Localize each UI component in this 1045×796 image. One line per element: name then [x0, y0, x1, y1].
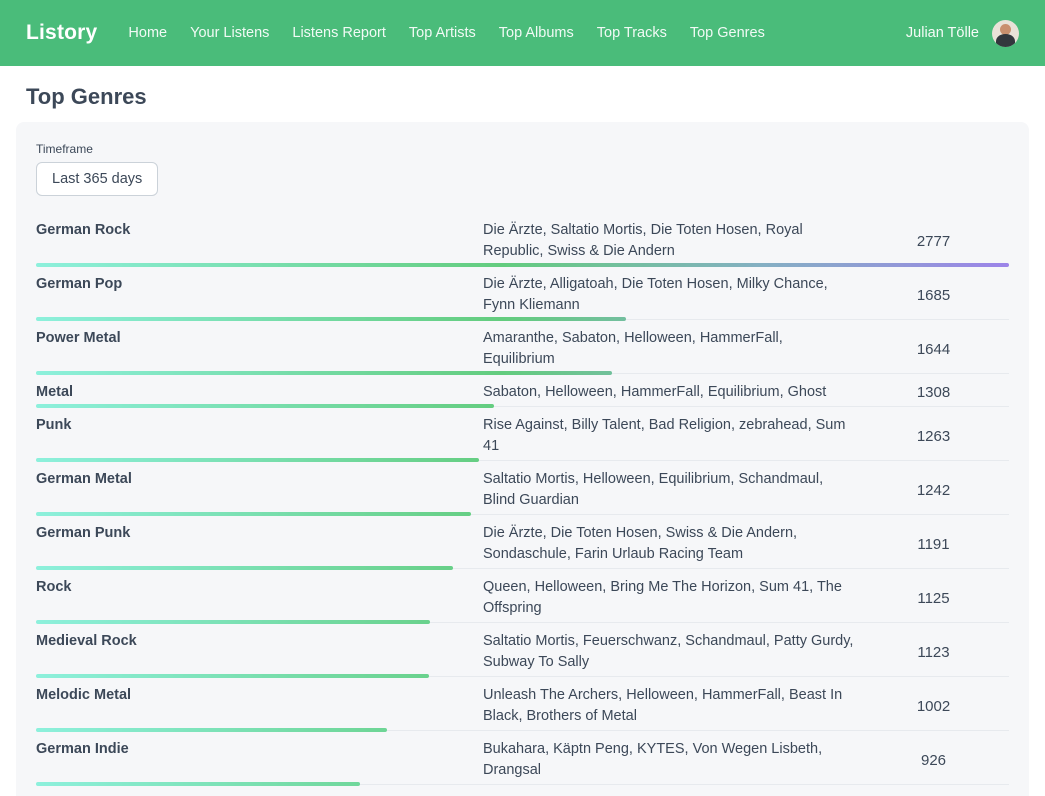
genre-bar: [36, 458, 479, 462]
genre-artists: Die Ärzte, Saltatio Mortis, Die Toten Ho…: [483, 220, 858, 262]
genre-count: 2777: [858, 233, 1009, 250]
genre-artists: Sabaton, Helloween, HammerFall, Equilibr…: [483, 382, 858, 403]
genre-count: 1644: [858, 341, 1009, 358]
genre-bar: [36, 674, 429, 678]
genre-bar: [36, 512, 471, 516]
genre-bar: [36, 782, 360, 786]
genre-name: German Punk: [36, 523, 483, 544]
genre-bar: [36, 371, 612, 375]
table-row: German Indie Bukahara, Käptn Peng, KYTES…: [36, 731, 1009, 785]
nav-link-top-tracks[interactable]: Top Tracks: [597, 25, 667, 41]
nav-link-home[interactable]: Home: [128, 25, 167, 41]
genre-artists: Amaranthe, Sabaton, Helloween, HammerFal…: [483, 328, 858, 370]
table-row: German Metal Saltatio Mortis, Helloween,…: [36, 461, 1009, 515]
genre-name: German Pop: [36, 274, 483, 295]
genre-count: 1308: [858, 384, 1009, 401]
genre-bar: [36, 566, 453, 570]
genre-artists: Rise Against, Billy Talent, Bad Religion…: [483, 415, 858, 457]
nav-links: Home Your Listens Listens Report Top Artist…: [128, 25, 905, 41]
nav-link-top-artists[interactable]: Top Artists: [409, 25, 476, 41]
table-row: Melodic Metal Unleash The Archers, Hello…: [36, 677, 1009, 731]
table-row: German Punk Die Ärzte, Die Toten Hosen, …: [36, 515, 1009, 569]
genre-name: German Rock: [36, 220, 483, 241]
genre-name: Medieval Rock: [36, 631, 483, 652]
table-row: Rock Queen, Helloween, Bring Me The Hori…: [36, 569, 1009, 623]
nav-link-listens-report[interactable]: Listens Report: [292, 25, 386, 41]
table-row: Punk Rise Against, Billy Talent, Bad Rel…: [36, 407, 1009, 461]
table-row: Metal Sabaton, Helloween, HammerFall, Eq…: [36, 374, 1009, 407]
table-row: German Rock Die Ärzte, Saltatio Mortis, …: [36, 212, 1009, 266]
genre-count: 1123: [858, 644, 1009, 661]
genre-bar: [36, 404, 494, 408]
nav-link-top-albums[interactable]: Top Albums: [499, 25, 574, 41]
genre-count: 1242: [858, 482, 1009, 499]
genre-name: Metal: [36, 382, 483, 403]
genre-name: German Indie: [36, 739, 483, 760]
genre-artists: Die Ärzte, Alligatoah, Die Toten Hosen, …: [483, 274, 858, 316]
top-genres-card: Timeframe Last 365 days German Rock Die …: [16, 122, 1029, 796]
genre-name: Power Metal: [36, 328, 483, 349]
genre-bar: [36, 263, 1009, 267]
timeframe-label: Timeframe: [36, 142, 1009, 156]
genre-bar: [36, 317, 626, 321]
genre-count: 926: [858, 752, 1009, 769]
genre-count: 1685: [858, 287, 1009, 304]
user-name[interactable]: Julian Tölle: [906, 25, 979, 41]
genre-artists: Queen, Helloween, Bring Me The Horizon, …: [483, 577, 858, 619]
genre-name: Punk: [36, 415, 483, 436]
genre-name: Rock: [36, 577, 483, 598]
table-row: German Pop Die Ärzte, Alligatoah, Die To…: [36, 266, 1009, 320]
user-menu[interactable]: Julian Tölle: [906, 20, 1019, 47]
top-navbar: Listory Home Your Listens Listens Report To…: [0, 0, 1045, 66]
app-logo[interactable]: Listory: [26, 21, 97, 45]
genre-artists: Saltatio Mortis, Helloween, Equilibrium,…: [483, 469, 858, 511]
genre-table: German Rock Die Ärzte, Saltatio Mortis, …: [36, 212, 1009, 785]
genre-count: 1191: [858, 536, 1009, 553]
nav-link-your-listens[interactable]: Your Listens: [190, 25, 269, 41]
genre-artists: Bukahara, Käptn Peng, KYTES, Von Wegen L…: [483, 739, 858, 781]
genre-artists: Unleash The Archers, Helloween, HammerFa…: [483, 685, 858, 727]
timeframe-select[interactable]: Last 365 days: [36, 162, 158, 196]
nav-link-top-genres[interactable]: Top Genres: [690, 25, 765, 41]
page-title: Top Genres: [26, 84, 1045, 110]
table-row: Power Metal Amaranthe, Sabaton, Hellowee…: [36, 320, 1009, 374]
genre-bar: [36, 728, 387, 732]
genre-artists: Saltatio Mortis, Feuerschwanz, Schandmau…: [483, 631, 858, 673]
genre-name: German Metal: [36, 469, 483, 490]
genre-count: 1125: [858, 590, 1009, 607]
user-avatar[interactable]: [992, 20, 1019, 47]
genre-count: 1263: [858, 428, 1009, 445]
table-row: Medieval Rock Saltatio Mortis, Feuerschw…: [36, 623, 1009, 677]
genre-bar: [36, 620, 430, 624]
genre-count: 1002: [858, 698, 1009, 715]
genre-artists: Die Ärzte, Die Toten Hosen, Swiss & Die …: [483, 523, 858, 565]
genre-name: Melodic Metal: [36, 685, 483, 706]
